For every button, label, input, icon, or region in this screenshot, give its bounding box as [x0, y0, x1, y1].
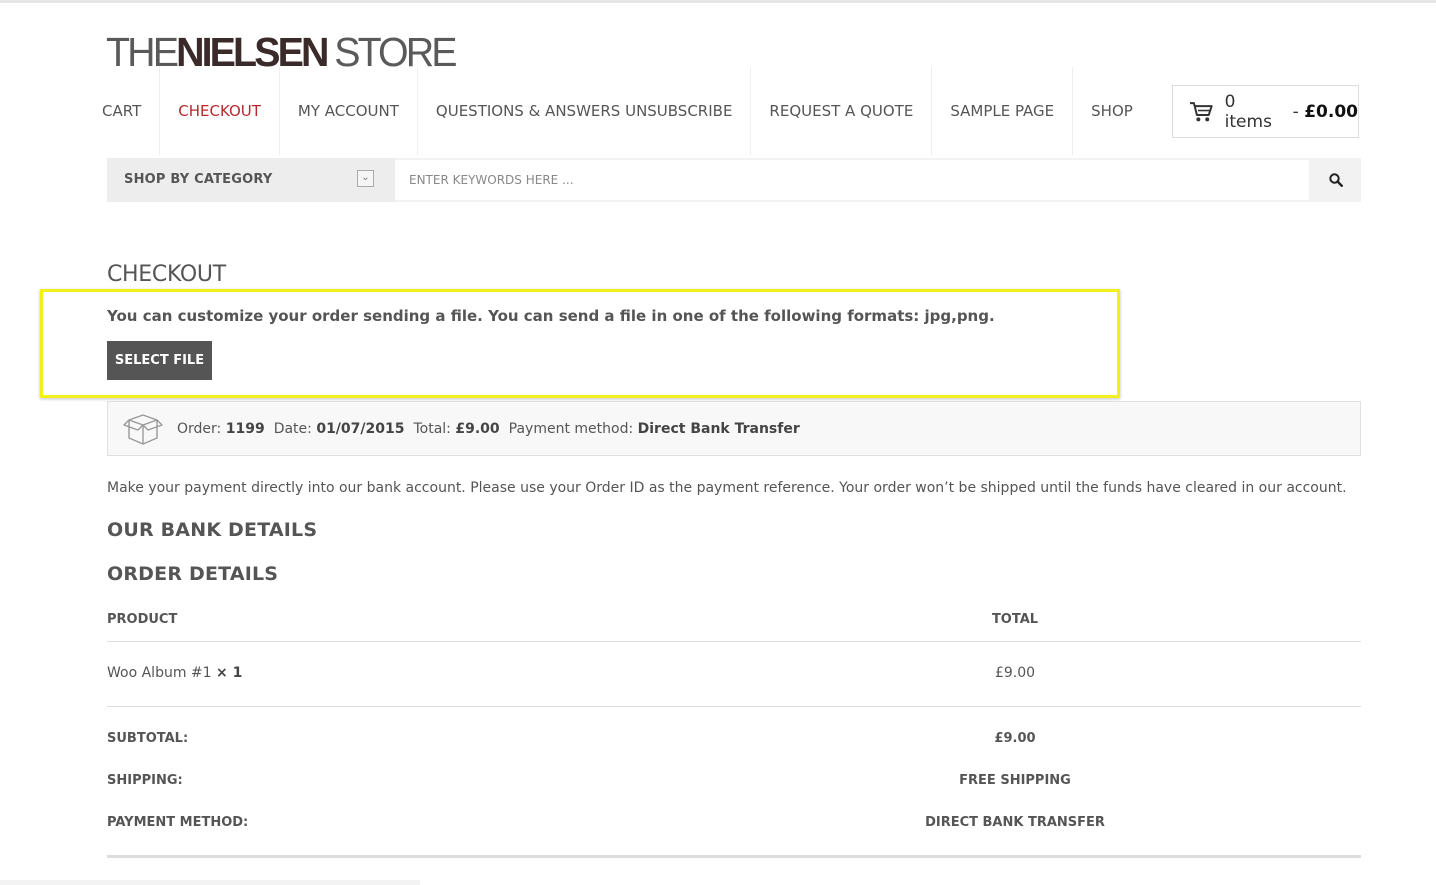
nav-item-questions-answers-unsubscribe[interactable]: QUESTIONS & ANSWERS UNSUBSCRIBE [416, 67, 751, 155]
mini-cart-button[interactable]: 0 items - £0.00 [1172, 85, 1359, 138]
table-row-total: £9.00 [994, 665, 1036, 681]
order-payment-method-label: Payment method: [508, 420, 634, 437]
subtotal-value: £9.00 [994, 731, 1036, 746]
order-total-label: Total: [413, 420, 451, 437]
table-header-total: TOTAL [991, 612, 1039, 627]
order-details-heading: ORDER DETAILS [107, 563, 279, 585]
order-payment-method-value: Direct Bank Transfer [637, 420, 800, 437]
cart-items-count: 0 items [1224, 91, 1272, 132]
nav-item-request-a-quote[interactable]: REQUEST A QUOTE [750, 67, 931, 155]
shipping-value: FREE SHIPPING [959, 773, 1071, 788]
payment-method-value: DIRECT BANK TRANSFER [925, 815, 1105, 830]
nav-item-shop[interactable]: SHOP [1072, 67, 1151, 155]
nav-item-sample-page[interactable]: SAMPLE PAGE [931, 67, 1072, 155]
main-nav: CART CHECKOUT MY ACCOUNT QUESTIONS & ANS… [84, 67, 1151, 155]
package-box-icon [123, 413, 163, 445]
shipping-label: SHIPPING: [107, 773, 183, 788]
order-number-label: Order: [177, 420, 222, 437]
shopping-cart-icon [1189, 101, 1213, 121]
search-button[interactable] [1310, 160, 1361, 200]
table-divider [107, 641, 1361, 642]
order-total: Total: £9.00 [413, 421, 499, 437]
select-file-button[interactable]: SELECT FILE [107, 341, 212, 380]
order-number-value: 1199 [225, 420, 265, 437]
file-upload-note: You can customize your order sending a f… [107, 307, 995, 325]
order-date: Date: 01/07/2015 [274, 421, 405, 437]
nav-item-checkout[interactable]: CHECKOUT [159, 67, 279, 155]
order-total-value: £9.00 [455, 420, 500, 437]
subtotal-label: SUBTOTAL: [107, 731, 189, 746]
search-input[interactable] [395, 160, 1309, 200]
table-divider [107, 706, 1361, 707]
cart-total: £0.00 [1304, 101, 1358, 122]
order-date-value: 01/07/2015 [316, 420, 405, 437]
page-title: CHECKOUT [107, 262, 226, 287]
bottom-scroll-shadow [0, 880, 420, 885]
payment-method-label: PAYMENT METHOD: [107, 815, 249, 830]
cart-separator: - [1287, 101, 1305, 122]
order-payment-method: Payment method: Direct Bank Transfer [509, 421, 800, 437]
bank-details-heading: OUR BANK DETAILS [107, 519, 318, 541]
table-bottom-border [107, 855, 1361, 858]
top-border [0, 0, 1436, 3]
category-dropdown[interactable]: SHOP BY CATEGORY ⌄ [107, 158, 395, 202]
table-header-product: PRODUCT [107, 612, 178, 627]
order-number: Order: 1199 [177, 421, 265, 437]
nav-item-my-account[interactable]: MY ACCOUNT [278, 67, 417, 155]
payment-instructions: Make your payment directly into our bank… [107, 480, 1347, 496]
search-icon [1328, 173, 1343, 187]
chevron-down-icon[interactable]: ⌄ [357, 170, 374, 187]
order-date-label: Date: [273, 420, 312, 437]
product-quantity: × 1 [216, 665, 243, 681]
product-link[interactable]: Woo Album #1 [107, 665, 212, 681]
order-overview: Order: 1199 Date: 01/07/2015 Total: £9.0… [107, 401, 1361, 456]
nav-item-cart[interactable]: CART [84, 67, 159, 155]
search-bar: SHOP BY CATEGORY ⌄ [107, 158, 1361, 202]
table-row-product: Woo Album #1 × 1 [107, 665, 242, 681]
category-dropdown-label: SHOP BY CATEGORY [124, 172, 273, 187]
